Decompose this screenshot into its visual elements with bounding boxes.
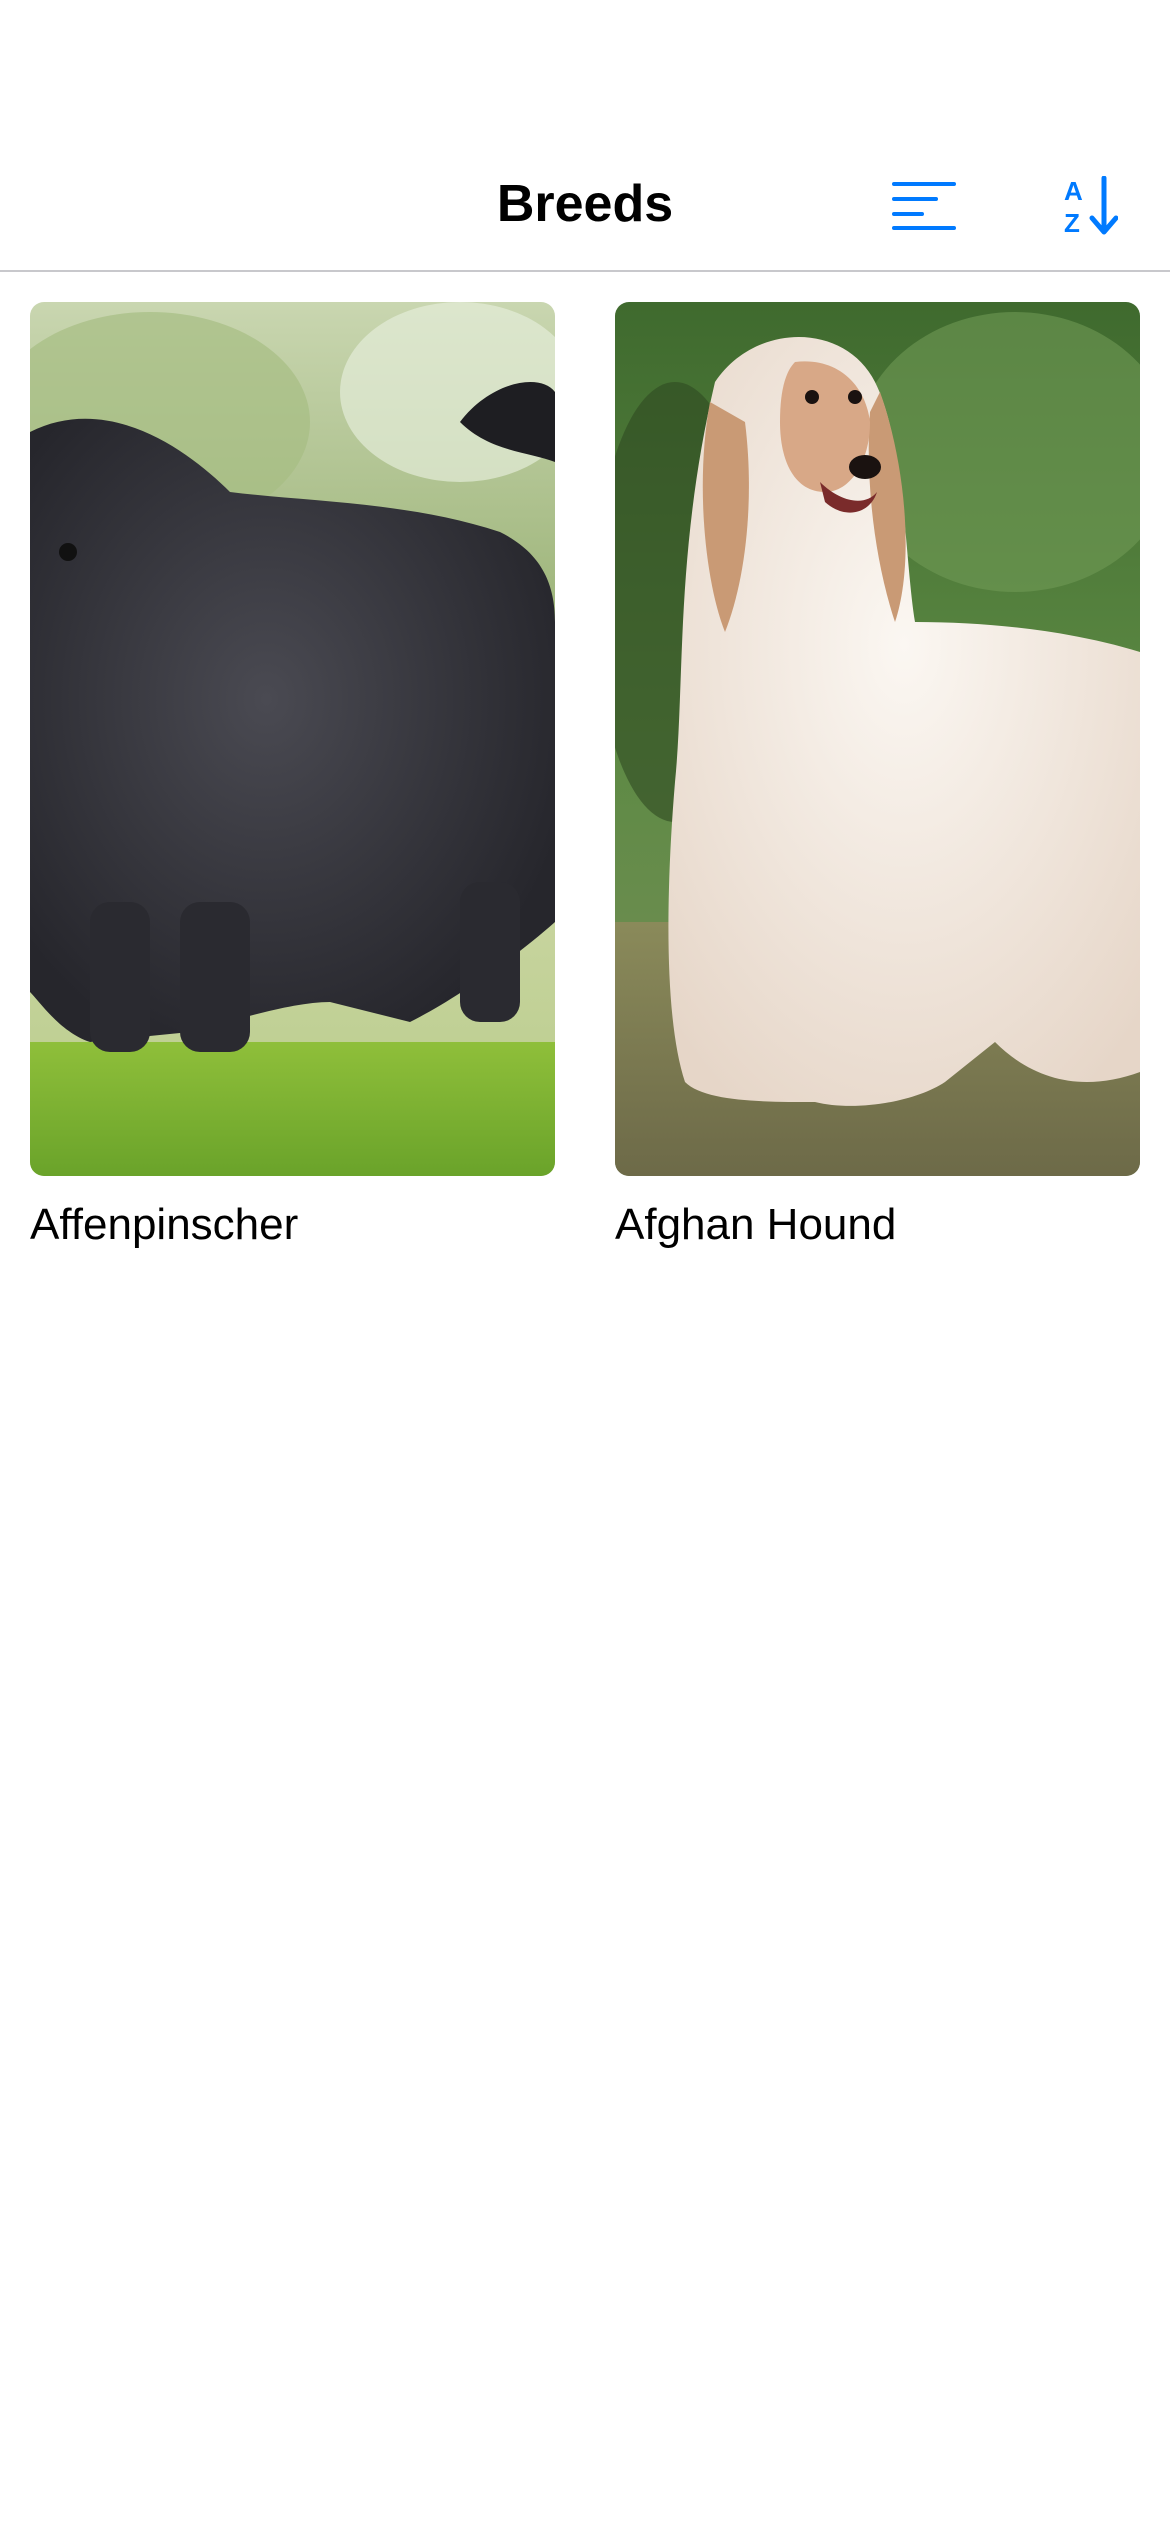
- sort-button[interactable]: A Z: [1050, 170, 1130, 242]
- sort-az-icon: A Z: [1064, 176, 1118, 236]
- navigation-bar: Breeds A Z: [0, 140, 1170, 272]
- svg-text:A: A: [1064, 176, 1083, 206]
- filter-lines-icon: [892, 182, 956, 230]
- breed-name: Affenpinscher: [30, 1200, 299, 1249]
- breed-name: Afghan Hound: [615, 1200, 897, 1249]
- breed-photo: [615, 302, 1140, 1176]
- filter-button[interactable]: [884, 170, 964, 242]
- page-title: Breeds: [496, 175, 674, 233]
- breed-card-affenpinscher[interactable]: Affenpinscher: [30, 302, 555, 1252]
- status-bar: [0, 0, 1170, 140]
- breed-photo: [30, 302, 555, 1176]
- breeds-grid: Affenpinscher Afghan Hound: [30, 302, 1140, 1252]
- svg-text:Z: Z: [1064, 208, 1080, 236]
- breed-card-afghan-hound[interactable]: Afghan Hound: [615, 302, 1140, 1252]
- breeds-screen: Breeds A Z Affenpinscher Afghan Hound: [0, 0, 1170, 2532]
